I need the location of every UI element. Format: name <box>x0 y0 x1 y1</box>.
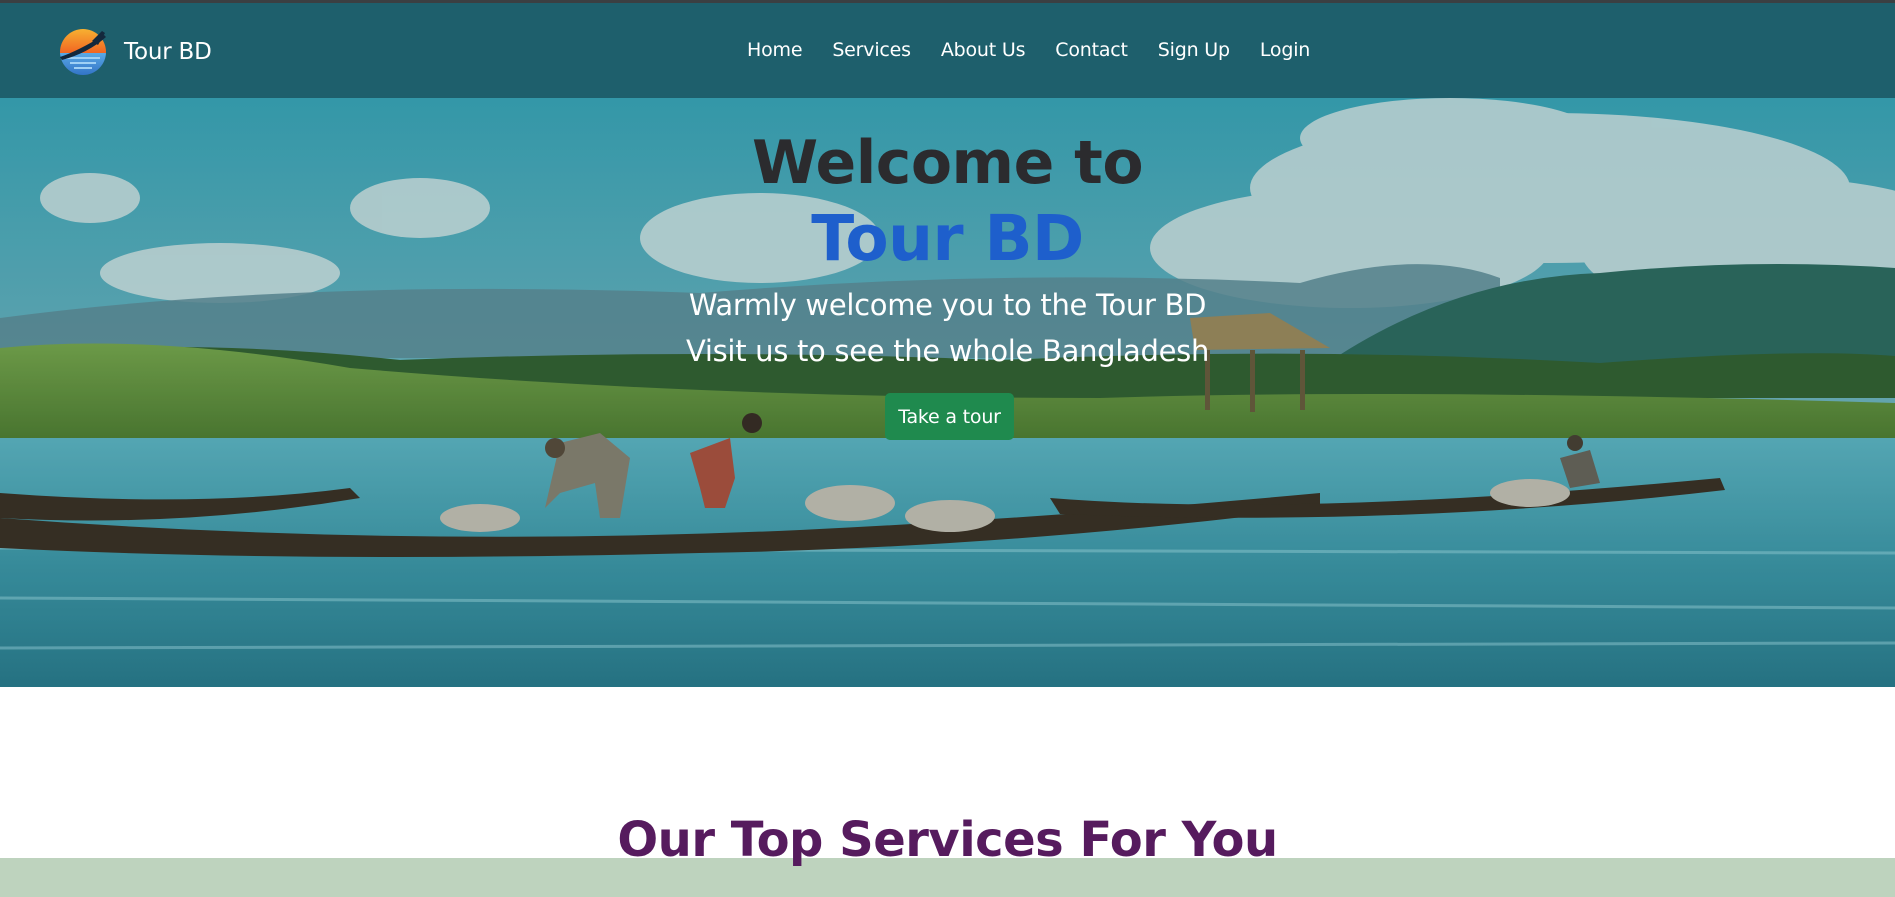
hero-section: Welcome to Tour BD Warmly welcome you to… <box>0 98 1895 687</box>
nav-contact-link[interactable]: Contact <box>1055 39 1128 61</box>
brand-name: Tour BD <box>124 39 212 65</box>
brand[interactable]: Tour BD <box>58 27 212 77</box>
nav-about-link[interactable]: About Us <box>941 39 1026 61</box>
navbar: Tour BD Home Services About Us Contact S… <box>0 3 1895 98</box>
nav-signup-link[interactable]: Sign Up <box>1158 39 1230 61</box>
hero-subtitle-line2: Visit us to see the whole Bangladesh <box>685 334 1210 368</box>
hero-title-line2: Tour BD <box>811 202 1084 275</box>
sunset-plane-logo-icon <box>60 29 106 75</box>
services-section-title: Our Top Services For You <box>617 812 1278 868</box>
nav-login-link[interactable]: Login <box>1260 39 1310 61</box>
hero-subtitle-line1: Warmly welcome you to the Tour BD <box>688 288 1207 322</box>
take-a-tour-button[interactable]: Take a tour <box>885 393 1014 440</box>
nav-services-link[interactable]: Services <box>832 39 911 61</box>
hero-title-line1: Welcome to <box>751 128 1144 198</box>
nav-links: Home Services About Us Contact Sign Up L… <box>747 39 1310 61</box>
nav-home-link[interactable]: Home <box>747 39 803 61</box>
